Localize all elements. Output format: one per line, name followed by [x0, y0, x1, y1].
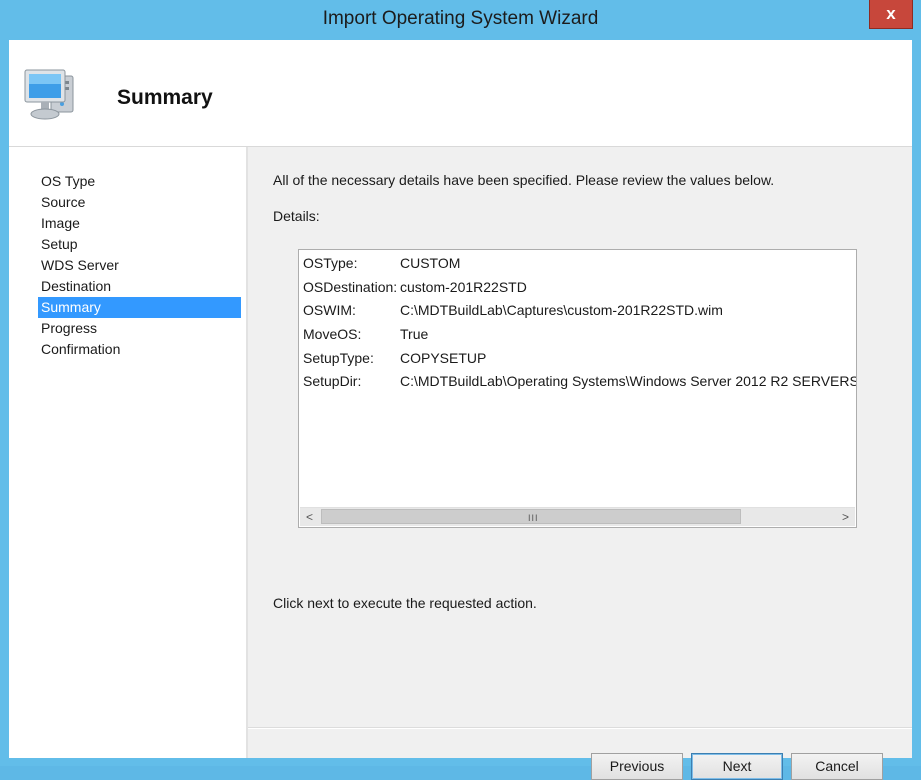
detail-row: OSDestination: custom-201R22STD — [302, 276, 856, 300]
detail-key: MoveOS: — [303, 326, 362, 343]
nav-item-setup[interactable]: Setup — [38, 234, 241, 255]
button-separator — [248, 727, 912, 729]
wizard-header: Summary — [9, 40, 912, 147]
nav-item-summary[interactable]: Summary — [38, 297, 241, 318]
detail-row: OSWIM: C:\MDTBuildLab\Captures\custom-20… — [302, 299, 856, 323]
computer-icon — [24, 69, 74, 120]
scrollbar-thumb[interactable]: III — [321, 509, 741, 524]
scroll-right-button[interactable]: > — [836, 508, 855, 526]
nav-item-wds-server[interactable]: WDS Server — [38, 255, 241, 276]
detail-value: True — [400, 326, 429, 343]
detail-key: SetupDir: — [303, 373, 362, 390]
wizard-client-area: Summary OS Type Source Image Setup WDS S… — [9, 40, 912, 780]
detail-row: SetupDir: C:\MDTBuildLab\Operating Syste… — [302, 370, 856, 394]
wizard-content: All of the necessary details have been s… — [248, 147, 912, 780]
next-button[interactable]: Next — [691, 753, 783, 780]
detail-key: OSType: — [303, 255, 358, 271]
detail-row: SetupType: COPYSETUP — [302, 347, 856, 371]
nav-item-progress[interactable]: Progress — [38, 318, 241, 339]
detail-key: OSWIM: — [303, 302, 356, 319]
nav-item-source[interactable]: Source — [38, 192, 241, 213]
detail-row: MoveOS: True — [302, 323, 856, 347]
nav-item-os-type[interactable]: OS Type — [38, 171, 241, 192]
detail-value: C:\MDTBuildLab\Operating Systems\Windows… — [400, 373, 856, 390]
details-label: Details: — [273, 208, 320, 224]
intro-text: All of the necessary details have been s… — [273, 172, 775, 188]
detail-key: OSDestination: — [303, 278, 398, 295]
title-bar[interactable]: Import Operating System Wizard x — [0, 0, 921, 40]
close-button[interactable]: x — [869, 0, 913, 29]
detail-value: custom-201R22STD — [400, 278, 527, 295]
previous-button[interactable]: Previous — [591, 753, 683, 780]
page-title: Summary — [117, 86, 213, 109]
detail-value: C:\MDTBuildLab\Captures\custom-201R22STD… — [400, 302, 723, 319]
grip-icon: III — [528, 513, 539, 523]
scroll-left-button[interactable]: < — [300, 508, 319, 526]
execute-hint-text: Click next to execute the requested acti… — [273, 595, 537, 611]
detail-value: COPYSETUP — [400, 349, 487, 366]
details-list: OSType: CUSTOM OSDestination: custom-201… — [302, 252, 856, 507]
detail-key: SetupType: — [303, 349, 374, 366]
detail-value: CUSTOM — [400, 255, 461, 271]
nav-item-destination[interactable]: Destination — [38, 276, 241, 297]
wizard-steps-nav: OS Type Source Image Setup WDS Server De… — [9, 147, 248, 758]
cancel-button[interactable]: Cancel — [791, 753, 883, 780]
details-listbox[interactable]: OSType: CUSTOM OSDestination: custom-201… — [298, 249, 857, 528]
horizontal-scrollbar[interactable]: < III > — [300, 507, 855, 526]
detail-row: OSType: CUSTOM — [302, 252, 856, 276]
nav-item-confirmation[interactable]: Confirmation — [38, 339, 241, 360]
wizard-window: Import Operating System Wizard x Summary… — [0, 0, 921, 780]
window-title: Import Operating System Wizard — [322, 8, 599, 29]
nav-item-image[interactable]: Image — [38, 213, 241, 234]
